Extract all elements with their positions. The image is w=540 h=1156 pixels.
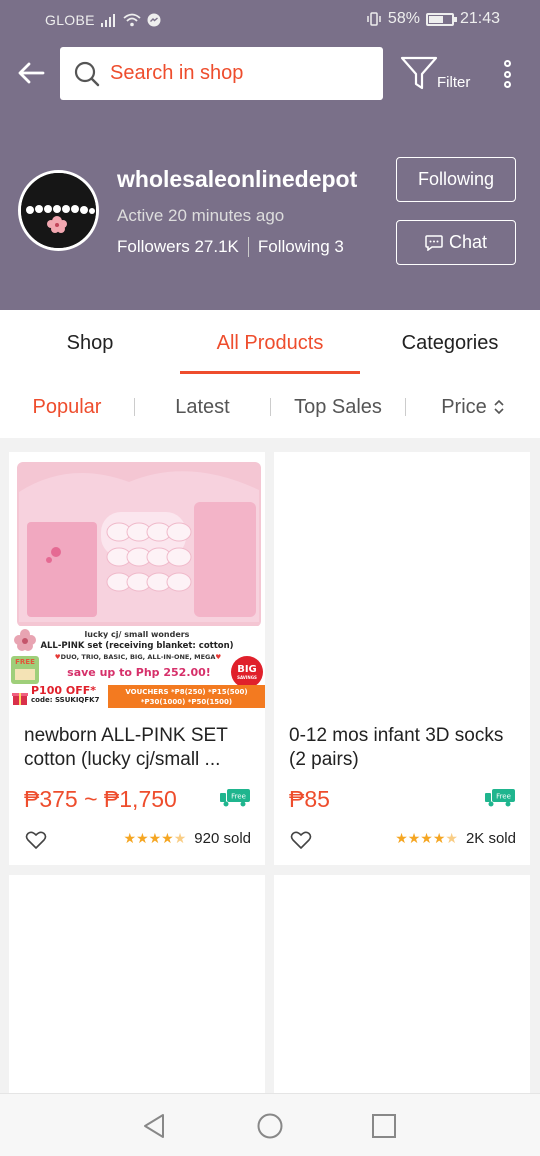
active-status: Active 20 minutes ago	[117, 206, 285, 225]
product-title: newborn ALL-PINK SET cotton (lucky cj/sm…	[24, 725, 228, 770]
sort-bar: Popular Latest Top Sales Price	[0, 376, 540, 438]
banner-variants: ♥DUO, TRIO, BASIC, BIG, ALL-IN-ONE, MEGA…	[43, 653, 233, 661]
product-price: ₱375 ~ ₱1,750	[24, 786, 177, 812]
product-card[interactable]	[274, 875, 530, 1095]
triangle-back-icon	[144, 1114, 164, 1138]
free-shipping-icon: Free	[220, 789, 250, 807]
big-savings-badge: BIG SAVINGS	[231, 656, 263, 688]
sold-count: 920 sold	[194, 830, 251, 847]
star-rating-icon: ★★★★★	[395, 830, 458, 846]
chat-bubble-icon	[425, 234, 443, 251]
more-dot-icon	[503, 60, 511, 67]
banner-brand: lucky cj/ small wonders	[84, 630, 190, 639]
circle-home-icon	[257, 1113, 283, 1139]
vibrate-icon	[367, 12, 381, 26]
gift-icon	[12, 693, 28, 705]
tab-categories[interactable]: Categories	[360, 310, 540, 376]
product-image	[274, 452, 530, 708]
shop-tabs: Shop All Products Categories	[0, 310, 540, 376]
status-bar: GLOBE 58% 21:43	[0, 0, 540, 40]
free-shipping-label: Free	[496, 793, 511, 801]
more-options-button[interactable]	[496, 56, 518, 92]
heart-outline-icon	[25, 831, 47, 849]
followers-count[interactable]: Followers 27.1K	[117, 237, 239, 257]
square-recents-icon	[372, 1114, 396, 1138]
product-card[interactable]: lucky cj/ small wonders ALL-PINK set (re…	[9, 452, 265, 865]
product-banner: lucky cj/ small wonders ALL-PINK set (re…	[9, 626, 265, 708]
heart-outline-icon	[290, 831, 312, 849]
more-dot-icon	[503, 81, 511, 88]
filter-button[interactable]: Filter	[400, 55, 474, 95]
sort-price-label: Price	[441, 395, 487, 418]
messenger-icon	[147, 13, 161, 27]
banner-set: ALL-PINK set (receiving blanket: cotton)	[40, 641, 234, 651]
promo-code-box: P100 OFF* code: SSUKIQFK7	[9, 684, 107, 708]
free-shipping-icon: Free	[485, 789, 515, 807]
free-tag: FREE	[11, 656, 39, 684]
tab-all-products[interactable]: All Products	[180, 310, 360, 376]
carrier-label: GLOBE	[45, 12, 95, 28]
search-icon	[74, 61, 100, 86]
filter-label: Filter	[437, 74, 471, 91]
battery-percent: 58%	[387, 10, 420, 27]
vouchers-line2: *P30(1000) *P50(1500)	[140, 698, 233, 706]
chat-button-label: Chat	[448, 232, 488, 252]
product-rating: ★★★★★ 2K sold	[395, 830, 516, 847]
search-bar[interactable]	[60, 47, 383, 100]
product-image: lucky cj/ small wonders ALL-PINK set (re…	[9, 452, 265, 708]
more-dot-icon	[503, 70, 511, 78]
wifi-icon	[123, 13, 141, 27]
sort-popular[interactable]: Popular	[0, 376, 134, 438]
sold-count: 2K sold	[465, 830, 516, 847]
free-tag-label: FREE	[15, 658, 35, 666]
sort-latest[interactable]: Latest	[135, 376, 270, 438]
shop-avatar[interactable]	[18, 170, 99, 251]
funnel-icon	[400, 56, 438, 90]
free-shipping-label: Free	[231, 793, 246, 801]
signal-icon	[100, 14, 115, 27]
heart-icon: ♥	[215, 653, 222, 661]
clock: 21:43	[459, 10, 500, 27]
like-button[interactable]	[25, 830, 47, 855]
free-tag-strip	[15, 669, 35, 680]
sort-top-sales[interactable]: Top Sales	[271, 376, 405, 438]
star-rating-icon: ★★★★★	[123, 830, 187, 846]
divider	[247, 237, 249, 257]
like-button[interactable]	[290, 830, 312, 855]
product-card[interactable]: 0-12 mos infant 3D socks (2 pairs) ₱85 F…	[274, 452, 530, 865]
badge-label: BIG	[237, 664, 257, 675]
vouchers-line1: VOUCHERS *P8(250) *P15(500)	[125, 688, 248, 696]
nav-back-button[interactable]	[138, 1110, 170, 1142]
nav-recents-button[interactable]	[368, 1110, 400, 1142]
chat-button[interactable]: Chat	[396, 220, 516, 265]
shop-header: GLOBE 58% 21:43 Filter	[0, 0, 540, 310]
banner-variants-text: DUO, TRIO, BASIC, BIG, ALL-IN-ONE, MEGA	[60, 653, 216, 661]
following-button[interactable]: Following	[396, 157, 516, 202]
sort-price[interactable]: Price	[406, 376, 540, 438]
sort-arrows-icon	[494, 399, 504, 415]
active-tab-indicator	[180, 371, 360, 374]
promo-code: code: SSUKIQFK7	[31, 696, 100, 704]
following-count[interactable]: Following 3	[258, 237, 344, 257]
search-input[interactable]	[110, 62, 350, 85]
shop-name: wholesaleonlinedepot	[117, 166, 358, 192]
arrow-left-icon	[18, 62, 45, 84]
banner-savings: save up to Php 252.00!	[67, 666, 211, 679]
product-price: ₱85	[289, 786, 330, 812]
product-rating: ★★★★★ 920 sold	[124, 830, 251, 847]
product-card[interactable]	[9, 875, 265, 1095]
nav-home-button[interactable]	[254, 1110, 286, 1142]
badge-sublabel: SAVINGS	[237, 675, 257, 680]
back-button[interactable]	[14, 56, 48, 90]
battery-icon	[425, 12, 457, 26]
follow-stats: Followers 27.1K Following 3	[117, 237, 344, 257]
system-nav-bar	[0, 1093, 540, 1156]
shop-logo-icon	[21, 173, 96, 248]
product-title: 0-12 mos infant 3D socks (2 pairs)	[289, 725, 504, 770]
following-button-label: Following	[417, 169, 495, 189]
vouchers-box: VOUCHERS *P8(250) *P15(500) *P30(1000) *…	[108, 685, 265, 708]
tab-shop[interactable]: Shop	[0, 310, 180, 376]
